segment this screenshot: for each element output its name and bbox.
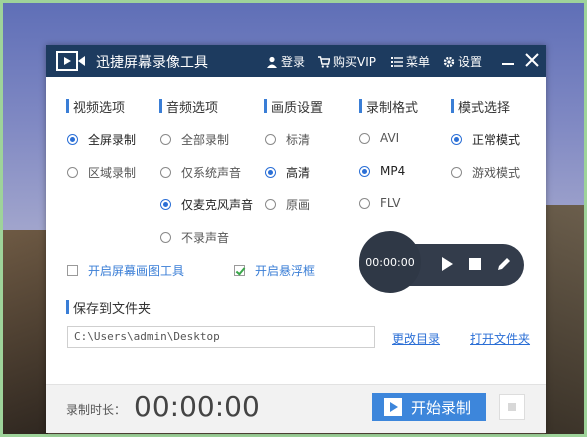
radio-circle bbox=[160, 167, 171, 178]
radio-label: 游戏模式 bbox=[472, 166, 521, 180]
title-bar: 迅捷屏幕录像工具 登录 购买VIP 菜单 设置 bbox=[46, 45, 546, 77]
login-label: 登录 bbox=[281, 55, 306, 69]
start-recording-button[interactable]: 开始录制 bbox=[372, 393, 486, 421]
checkbox-label: 开启屏幕画图工具 bbox=[88, 264, 185, 278]
quality-settings-title: 画质设置 bbox=[263, 97, 323, 116]
record-format-title: 录制格式 bbox=[358, 97, 418, 116]
radio-circle bbox=[160, 199, 171, 210]
app-title: 迅捷屏幕录像工具 bbox=[96, 55, 208, 71]
radio-mode-normal[interactable]: 正常模式 bbox=[451, 131, 520, 148]
radio-audio-system[interactable]: 仅系统声音 bbox=[160, 164, 241, 181]
radio-circle bbox=[359, 132, 370, 144]
radio-format-mp4[interactable]: MP4 bbox=[359, 164, 405, 178]
radio-label: 区域录制 bbox=[88, 166, 137, 180]
radio-circle bbox=[451, 167, 462, 178]
radio-label: 标清 bbox=[286, 133, 311, 147]
menu-label: 菜单 bbox=[406, 55, 431, 69]
start-recording-label: 开始录制 bbox=[411, 399, 472, 417]
radio-circle bbox=[67, 134, 78, 145]
radio-audio-all[interactable]: 全部录制 bbox=[160, 131, 229, 148]
pencil-icon[interactable] bbox=[496, 256, 512, 272]
radio-circle bbox=[359, 165, 370, 177]
buy-vip-label: 购买VIP bbox=[333, 55, 376, 69]
radio-format-avi[interactable]: AVI bbox=[359, 131, 399, 145]
close-icon[interactable] bbox=[522, 49, 542, 71]
play-icon bbox=[384, 398, 402, 416]
save-path-field[interactable]: C:\Users\admin\Desktop bbox=[67, 326, 375, 348]
radio-label: FLV bbox=[380, 196, 401, 210]
settings-button[interactable]: 设置 bbox=[443, 53, 482, 70]
save-folder-title: 保存到文件夹 bbox=[65, 298, 151, 317]
floating-timer-text: 00:00:00 bbox=[365, 255, 415, 269]
radio-label: MP4 bbox=[380, 164, 406, 178]
radio-circle bbox=[359, 197, 370, 209]
menu-icon bbox=[391, 56, 403, 67]
app-logo-icon bbox=[56, 51, 85, 71]
wallpaper-right-wall bbox=[545, 205, 584, 434]
radio-audio-mic[interactable]: 仅麦克风声音 bbox=[160, 196, 253, 213]
radio-fullscreen[interactable]: 全屏录制 bbox=[67, 131, 136, 148]
play-icon[interactable] bbox=[439, 256, 455, 272]
mode-select-title: 模式选择 bbox=[450, 97, 510, 116]
radio-label: 正常模式 bbox=[472, 133, 521, 147]
checkbox-box bbox=[67, 265, 78, 276]
radio-circle bbox=[265, 134, 276, 145]
radio-quality-sd[interactable]: 标清 bbox=[265, 131, 310, 148]
radio-circle bbox=[67, 167, 78, 178]
radio-label: 原画 bbox=[286, 198, 311, 212]
duration-label: 录制时长： bbox=[66, 403, 127, 417]
settings-label: 设置 bbox=[458, 55, 483, 69]
radio-circle bbox=[160, 232, 171, 243]
radio-region[interactable]: 区域录制 bbox=[67, 164, 136, 181]
radio-label: 高清 bbox=[286, 166, 311, 180]
duration-value: 00:00:00 bbox=[134, 390, 260, 423]
radio-circle bbox=[265, 167, 276, 178]
change-directory-link[interactable]: 更改目录 bbox=[392, 330, 440, 347]
radio-label: 全部录制 bbox=[181, 133, 230, 147]
cart-icon bbox=[318, 55, 330, 68]
checkbox-label: 开启悬浮框 bbox=[255, 264, 316, 278]
stop-recording-button[interactable] bbox=[499, 394, 525, 420]
login-button[interactable]: 登录 bbox=[266, 53, 305, 70]
wallpaper-left-wall bbox=[3, 230, 48, 434]
video-options-title: 视频选项 bbox=[65, 97, 125, 116]
open-folder-link[interactable]: 打开文件夹 bbox=[470, 330, 530, 347]
checkbox-float-bar[interactable]: 开启悬浮框 bbox=[234, 262, 315, 279]
checkbox-box bbox=[234, 265, 245, 276]
radio-format-flv[interactable]: FLV bbox=[359, 196, 400, 210]
buy-vip-button[interactable]: 购买VIP bbox=[318, 53, 376, 70]
app-window: 迅捷屏幕录像工具 登录 购买VIP 菜单 设置 视频选项 音频选项 画质设置 录… bbox=[46, 45, 546, 433]
radio-label: 全屏录制 bbox=[88, 133, 137, 147]
radio-label: 仅麦克风声音 bbox=[181, 198, 254, 212]
gear-icon bbox=[443, 56, 455, 67]
checkbox-draw-tool[interactable]: 开启屏幕画图工具 bbox=[67, 262, 184, 279]
radio-circle bbox=[451, 134, 462, 145]
radio-label: AVI bbox=[380, 131, 400, 145]
user-icon bbox=[267, 56, 277, 68]
stop-icon[interactable] bbox=[467, 256, 483, 272]
floating-timer: 00:00:00 bbox=[359, 231, 421, 293]
minimize-icon[interactable] bbox=[498, 49, 518, 71]
radio-circle bbox=[265, 199, 276, 210]
radio-circle bbox=[160, 134, 171, 145]
radio-audio-none[interactable]: 不录声音 bbox=[160, 229, 229, 246]
radio-quality-hd[interactable]: 高清 bbox=[265, 164, 310, 181]
radio-label: 不录声音 bbox=[181, 231, 230, 245]
radio-label: 仅系统声音 bbox=[181, 166, 242, 180]
audio-options-title: 音频选项 bbox=[158, 97, 218, 116]
radio-quality-original[interactable]: 原画 bbox=[265, 196, 310, 213]
bottom-bar: 录制时长： 00:00:00 开始录制 bbox=[46, 384, 546, 433]
menu-button[interactable]: 菜单 bbox=[391, 53, 430, 70]
radio-mode-game[interactable]: 游戏模式 bbox=[451, 164, 520, 181]
